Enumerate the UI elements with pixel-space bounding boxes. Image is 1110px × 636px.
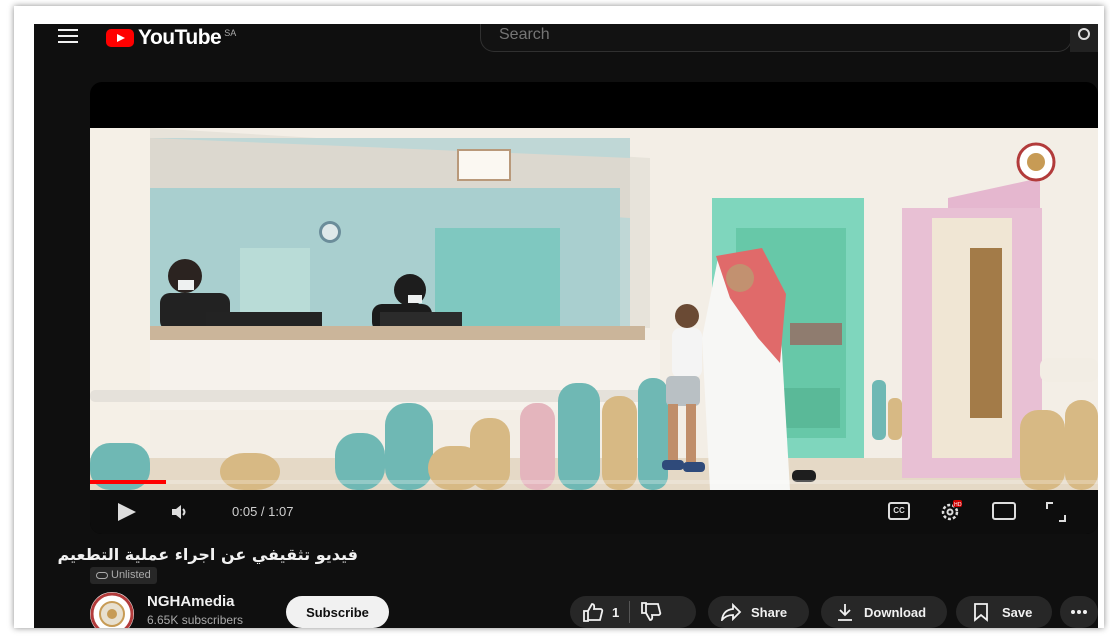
thumbs-up-icon[interactable]	[582, 602, 604, 622]
channel-avatar[interactable]	[90, 592, 134, 628]
top-bar: YouTube SA	[34, 24, 1098, 54]
hd-badge: HD	[954, 502, 962, 508]
like-dislike-group: 1	[570, 596, 696, 628]
save-button[interactable]: Save	[956, 596, 1052, 628]
share-arrow-icon	[720, 603, 742, 621]
video-frame[interactable]	[90, 128, 1098, 490]
progress-bar[interactable]	[90, 480, 1098, 484]
play-icon[interactable]	[118, 503, 136, 521]
subscribe-button[interactable]: Subscribe	[286, 596, 389, 628]
logo-country-code: SA	[224, 28, 237, 38]
video-player[interactable]: 0:05 / 1:07 CC HD	[90, 82, 1098, 534]
screenshot-frame: YouTube SA Search 0:05 / 1:07 CC HD فيدي…	[14, 6, 1104, 628]
search-icon	[1078, 28, 1090, 40]
unlisted-badge: Unlisted	[90, 567, 157, 584]
video-title: فيديو تثقيفي عن اجراء عملية التطعيم	[57, 545, 358, 564]
link-icon	[96, 572, 108, 579]
more-dots-icon	[1071, 610, 1087, 614]
like-count[interactable]: 1	[612, 605, 619, 620]
visibility-label: Unlisted	[111, 569, 151, 581]
download-label: Download	[864, 604, 927, 620]
search-bar	[480, 24, 1072, 52]
search-input[interactable]	[499, 26, 1039, 44]
captions-icon[interactable]: CC	[888, 502, 910, 520]
share-button[interactable]: Share	[708, 596, 809, 628]
volume-icon[interactable]	[170, 503, 188, 521]
theater-mode-icon[interactable]	[992, 502, 1016, 520]
channel-name[interactable]: NGHAmedia	[147, 593, 235, 610]
share-label: Share	[751, 604, 788, 620]
youtube-play-icon	[106, 29, 134, 47]
channel-logo-icon	[90, 592, 134, 628]
save-label: Save	[1002, 604, 1033, 620]
like-divider	[629, 601, 631, 623]
more-actions-button[interactable]	[1060, 596, 1098, 628]
time-display: 0:05 / 1:07	[232, 504, 294, 519]
hamburger-menu-icon[interactable]	[58, 29, 78, 45]
logo-text: YouTube	[138, 26, 222, 49]
player-controls: 0:05 / 1:07 CC HD	[90, 490, 1098, 534]
youtube-page: YouTube SA Search 0:05 / 1:07 CC HD فيدي…	[34, 24, 1098, 628]
settings-gear-icon[interactable]: HD	[940, 500, 962, 522]
thumbs-down-icon[interactable]	[640, 602, 662, 622]
progress-fill	[90, 480, 166, 484]
youtube-logo[interactable]: YouTube SA	[106, 26, 237, 49]
search-button[interactable]	[1070, 24, 1098, 52]
download-button[interactable]: Download	[821, 596, 947, 628]
fullscreen-icon[interactable]	[1045, 501, 1067, 523]
video-scene-image	[90, 128, 1098, 490]
bookmark-icon	[974, 603, 988, 622]
subscriber-count: 6.65K subscribers	[147, 613, 244, 627]
download-icon	[838, 604, 852, 621]
